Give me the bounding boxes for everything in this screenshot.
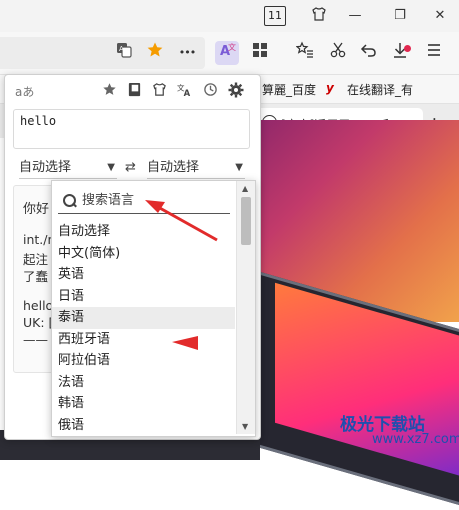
annotation-arrow-icon	[145, 200, 218, 242]
watermark-url: www.xz7.com	[372, 432, 459, 447]
annotation-arrows	[145, 200, 218, 350]
annotation-arrow-icon	[172, 336, 198, 350]
